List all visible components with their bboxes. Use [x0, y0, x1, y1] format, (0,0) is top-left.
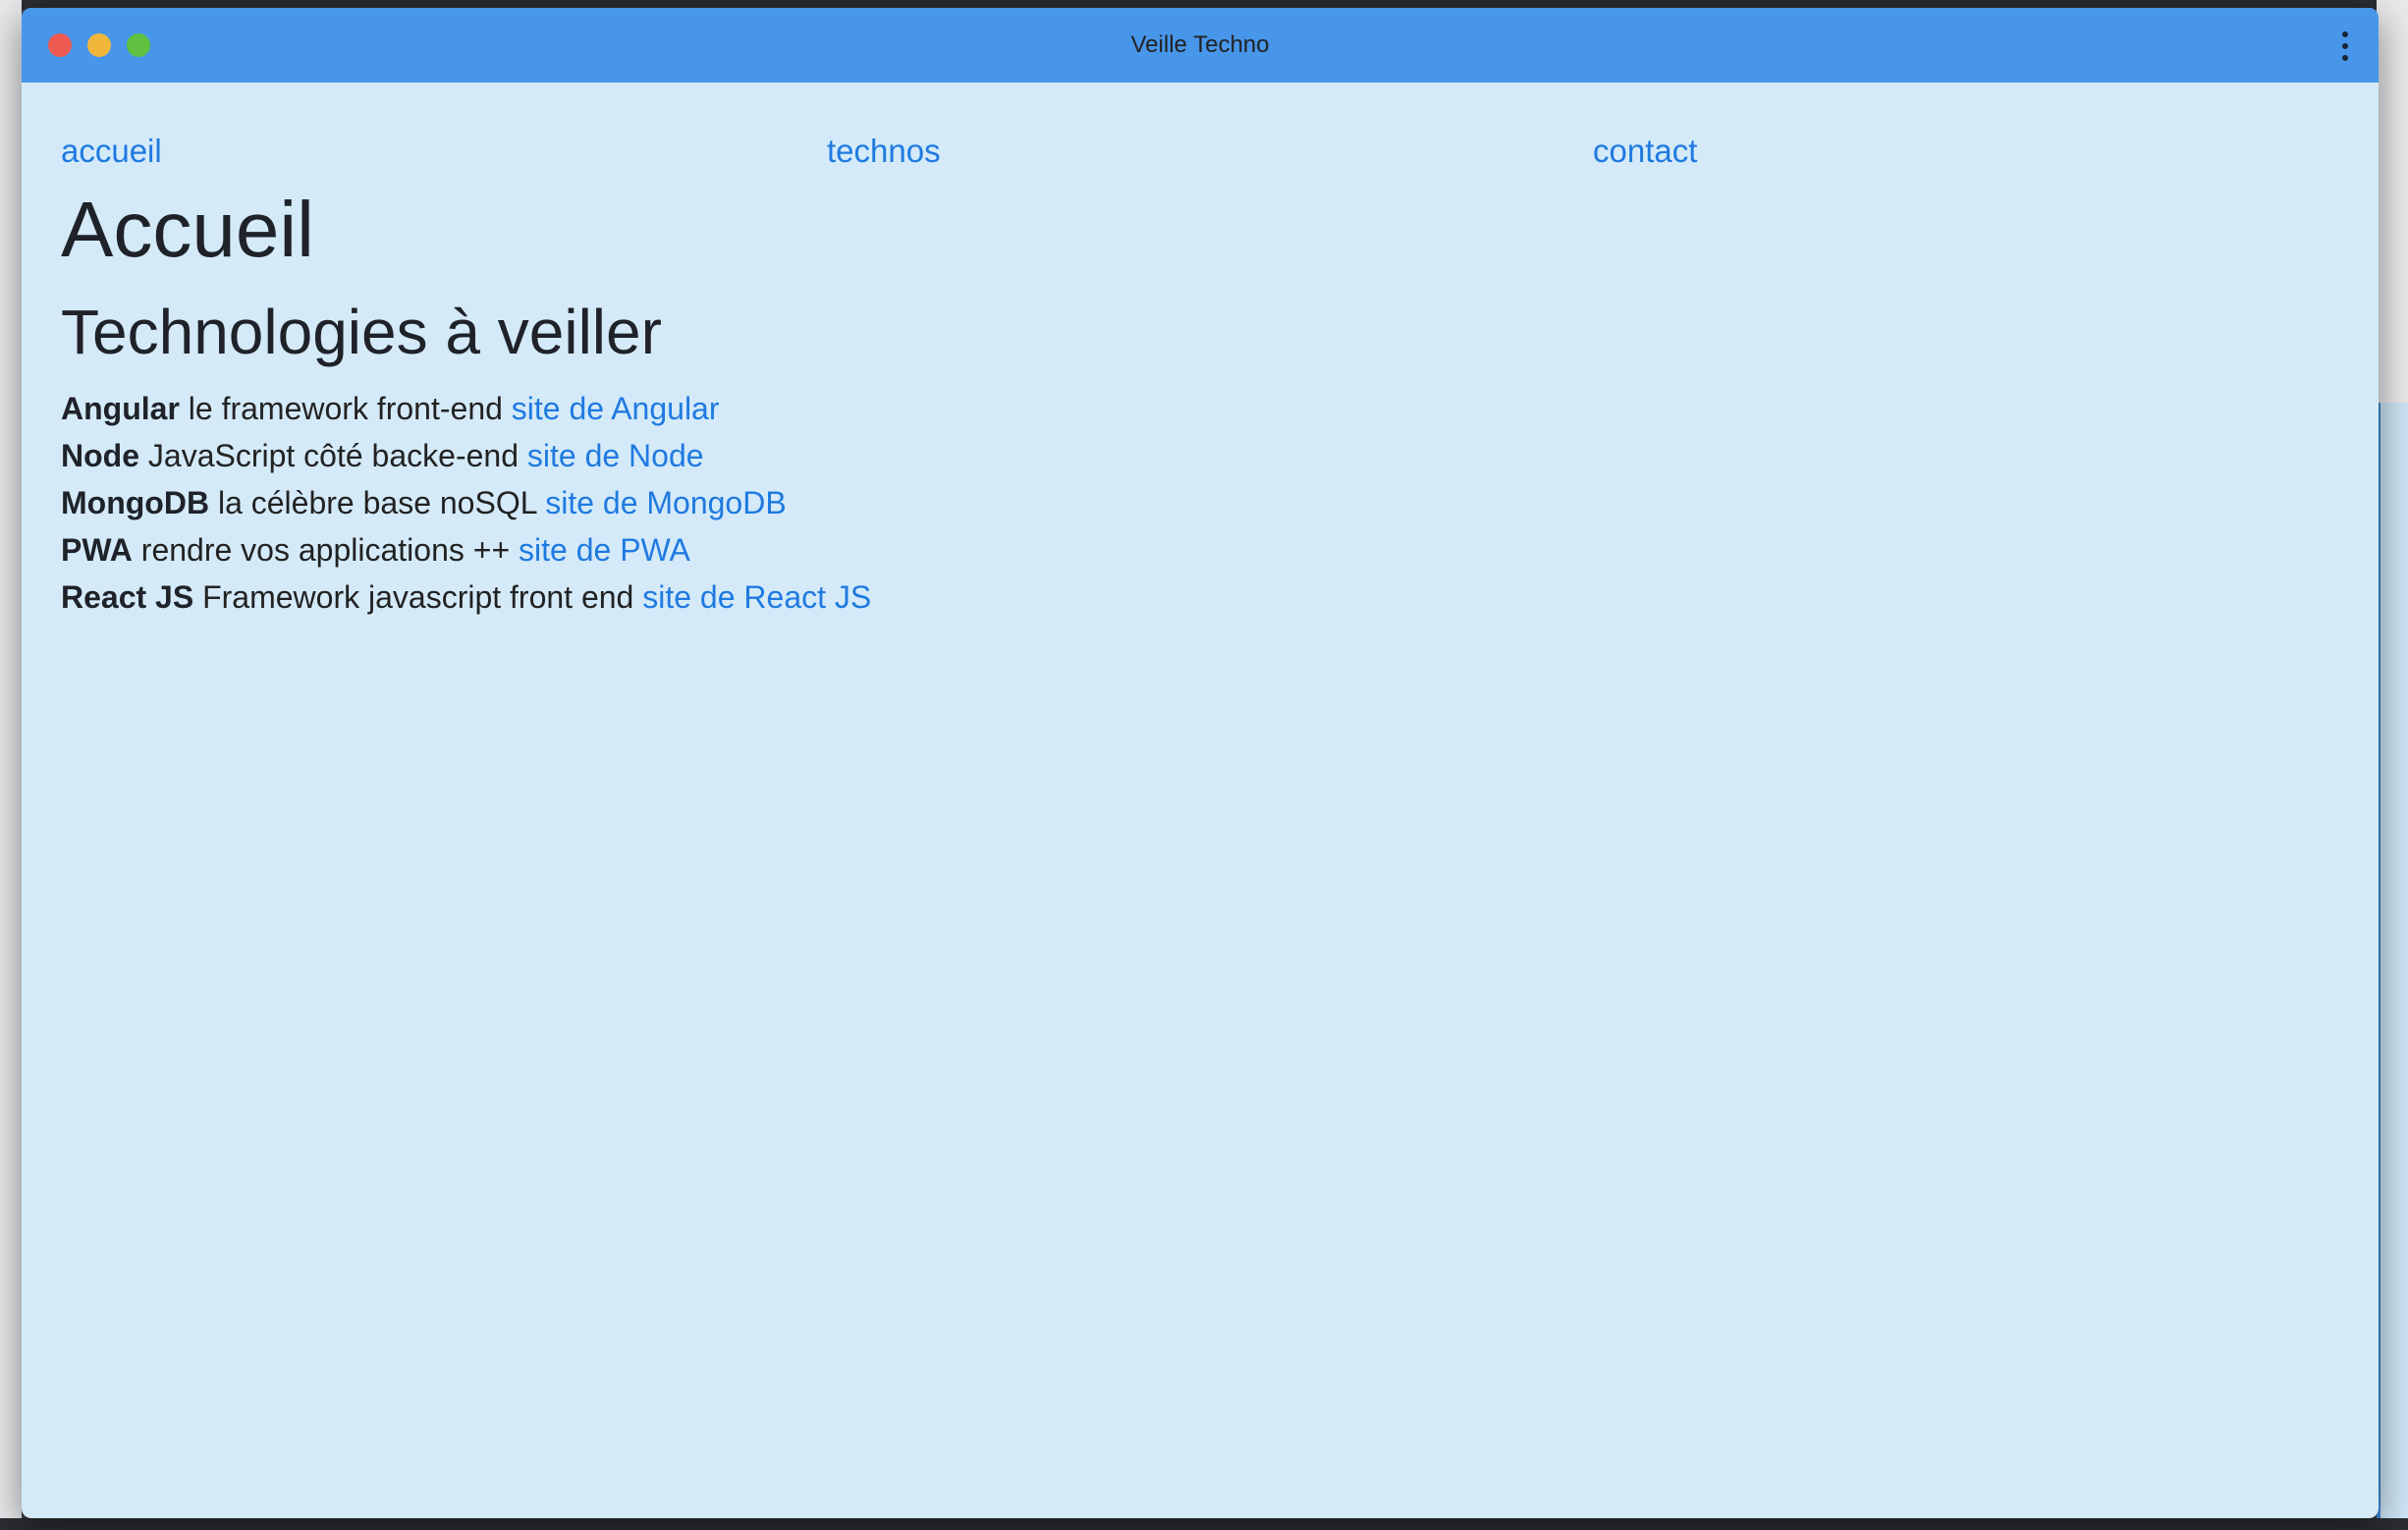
page-title: Accueil — [61, 186, 314, 273]
tech-name: MongoDB — [61, 485, 210, 520]
tech-description: JavaScript côté backe-end — [147, 438, 519, 473]
tech-site-link[interactable]: site de MongoDB — [545, 485, 786, 520]
list-item: MongoDB la célèbre base noSQL site de Mo… — [61, 479, 2359, 526]
tech-name: PWA — [61, 532, 133, 568]
menu-dot — [2342, 55, 2348, 61]
tech-site-link[interactable]: site de React JS — [642, 579, 871, 615]
menu-dot — [2342, 31, 2348, 37]
tech-name: React JS — [61, 579, 194, 615]
list-item: Angular le framework front-end site de A… — [61, 385, 2359, 432]
close-window-button[interactable] — [48, 33, 72, 57]
maximize-window-button[interactable] — [127, 33, 150, 57]
desktop-bottom-strip — [0, 1518, 2408, 1530]
nav-link-accueil[interactable]: accueil — [61, 124, 827, 179]
tech-site-link[interactable]: site de PWA — [519, 532, 690, 568]
tech-description: la célèbre base noSQL — [217, 485, 537, 520]
list-item: PWA rendre vos applications ++ site de P… — [61, 526, 2359, 574]
main-nav: accueil technos contact — [61, 124, 2359, 179]
nav-link-contact[interactable]: contact — [1593, 124, 2359, 179]
app-window: Veille Techno accueil technos contact Ac… — [22, 8, 2379, 1518]
list-item: React JS Framework javascript front end … — [61, 574, 2359, 621]
section-title: Technologies à veiller — [61, 297, 662, 367]
technology-list: Angular le framework front-end site de A… — [61, 385, 2359, 621]
minimize-window-button[interactable] — [87, 33, 111, 57]
background-window-left-edge — [0, 0, 22, 1530]
title-bar[interactable]: Veille Techno — [22, 8, 2379, 82]
list-item: Node JavaScript côté backe-end site de N… — [61, 432, 2359, 479]
tech-description: le framework front-end — [188, 391, 503, 426]
window-title: Veille Techno — [1130, 31, 1270, 58]
more-options-icon[interactable] — [2339, 31, 2351, 61]
background-window-right-edge — [2377, 0, 2408, 403]
tech-name: Node — [61, 438, 139, 473]
page-content: accueil technos contact Accueil Technolo… — [61, 124, 2359, 621]
nav-link-technos[interactable]: technos — [827, 124, 1593, 179]
tech-description: rendre vos applications ++ — [140, 532, 511, 568]
tech-site-link[interactable]: site de Angular — [512, 391, 720, 426]
menu-dot — [2342, 43, 2348, 49]
tech-site-link[interactable]: site de Node — [527, 438, 704, 473]
background-window-right-edge-blue — [2377, 403, 2408, 1530]
tech-description: Framework javascript front end — [202, 579, 634, 615]
tech-name: Angular — [61, 391, 180, 426]
